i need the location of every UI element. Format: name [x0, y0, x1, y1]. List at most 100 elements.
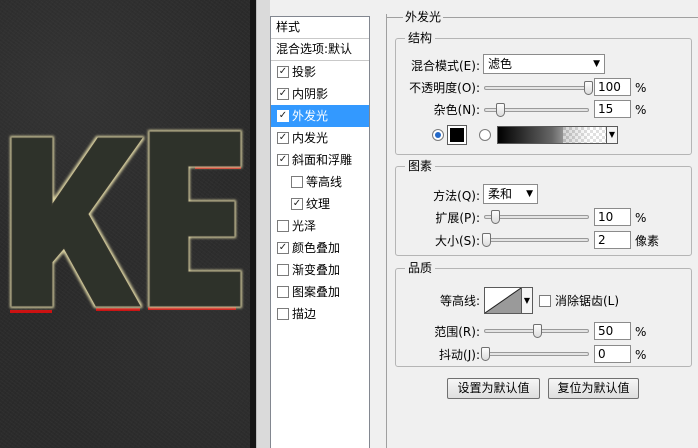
style-item[interactable]: ✓ 内发光	[271, 127, 369, 149]
noise-label: 杂色(N):	[433, 103, 480, 117]
glow-color-fill	[450, 128, 464, 142]
style-item[interactable]: ✓ 纹理	[271, 193, 369, 215]
style-item[interactable]: 图案叠加	[271, 281, 369, 303]
noise-input[interactable]: 15	[594, 100, 631, 118]
style-item-label: 内发光	[292, 131, 329, 145]
style-item-checkbox[interactable]	[291, 176, 303, 188]
size-slider-thumb[interactable]	[481, 233, 491, 247]
size-input[interactable]: 2	[594, 231, 631, 249]
jitter-label: 抖动(J):	[439, 348, 480, 362]
contour-dropdown-icon[interactable]: ▼	[522, 287, 533, 314]
style-item[interactable]: ✓ 内阴影	[271, 83, 369, 105]
style-item-label: 颜色叠加	[292, 241, 341, 255]
style-item-label: 等高线	[306, 175, 343, 189]
outer-glow-panel: 外发光 结构 混合模式(E): 滤色 ▼ 不透明度(O): 100 % 杂色(N…	[372, 0, 698, 448]
canvas-preview	[0, 0, 250, 448]
solid-color-radio[interactable]	[432, 129, 444, 141]
range-label: 范围(R):	[434, 325, 480, 339]
style-item-checkbox[interactable]	[277, 286, 289, 298]
style-items: ✓ 投影 ✓ 内阴影 ✓ 外发光 ✓ 内发光 ✓ 斜面和浮雕 等高线 ✓ 纹理 光泽 ✓ 颜色叠加 渐变叠加 图案…	[271, 61, 369, 325]
range-slider[interactable]	[484, 324, 589, 338]
chevron-down-icon: ▼	[593, 59, 600, 69]
style-item-checkbox[interactable]: ✓	[291, 198, 303, 210]
blend-mode-value: 滤色	[488, 57, 513, 71]
noise-slider-thumb[interactable]	[496, 103, 506, 117]
style-item-label: 图案叠加	[292, 285, 341, 299]
gradient-radio[interactable]	[479, 129, 491, 141]
style-item[interactable]: 渐变叠加	[271, 259, 369, 281]
range-slider-thumb[interactable]	[532, 324, 542, 338]
style-item-checkbox[interactable]: ✓	[277, 154, 289, 166]
letter-e	[149, 131, 241, 307]
range-input[interactable]: 50	[594, 322, 631, 340]
noise-slider[interactable]	[484, 103, 589, 117]
styles-header[interactable]: 样式	[271, 17, 369, 39]
style-item[interactable]: ✓ 颜色叠加	[271, 237, 369, 259]
jitter-unit: %	[635, 348, 647, 362]
ke-text-artwork	[10, 131, 241, 313]
range-unit: %	[635, 325, 647, 339]
letter-k	[11, 137, 143, 307]
contour-label: 等高线:	[439, 294, 480, 308]
reset-default-button[interactable]: 复位为默认值	[548, 378, 639, 399]
panel-left-rule	[386, 14, 387, 448]
linear-contour-icon	[484, 287, 522, 314]
make-default-button[interactable]: 设置为默认值	[447, 378, 540, 399]
style-item-label: 外发光	[292, 109, 329, 123]
size-label: 大小(S):	[434, 234, 480, 248]
antialias-label: 消除锯齿(L)	[555, 294, 620, 308]
antialias-checkbox[interactable]	[539, 295, 551, 307]
style-item-label: 渐变叠加	[292, 263, 341, 277]
style-item-checkbox[interactable]	[277, 264, 289, 276]
style-item-label: 斜面和浮雕	[292, 153, 353, 167]
technique-value: 柔和	[488, 187, 513, 201]
style-item[interactable]: 等高线	[271, 171, 369, 193]
style-item[interactable]: 光泽	[271, 215, 369, 237]
style-item-checkbox[interactable]	[277, 220, 289, 232]
style-item-checkbox[interactable]: ✓	[277, 88, 289, 100]
panel-title: 外发光	[403, 10, 444, 24]
dialog-left-margin	[256, 0, 270, 448]
jitter-slider-thumb[interactable]	[481, 347, 490, 361]
spread-input[interactable]: 10	[594, 208, 631, 226]
style-item-label: 纹理	[306, 197, 331, 211]
spread-slider-thumb[interactable]	[491, 210, 501, 224]
style-item[interactable]: ✓ 外发光	[271, 105, 369, 127]
opacity-label: 不透明度(O):	[409, 81, 480, 95]
style-item[interactable]: 描边	[271, 303, 369, 325]
contour-picker[interactable]	[484, 287, 522, 314]
style-item-checkbox[interactable]: ✓	[277, 110, 289, 122]
size-unit: 像素	[635, 234, 660, 248]
opacity-input[interactable]: 100	[594, 78, 631, 96]
style-item-checkbox[interactable]	[277, 308, 289, 320]
opacity-slider-thumb[interactable]	[584, 81, 593, 95]
elements-group-title: 图素	[405, 159, 436, 173]
glow-color-swatch[interactable]	[447, 125, 467, 145]
style-item-label: 投影	[292, 65, 317, 79]
opacity-unit: %	[635, 81, 647, 95]
style-list: 样式 混合选项:默认 ✓ 投影 ✓ 内阴影 ✓ 外发光 ✓ 内发光 ✓ 斜面和浮雕 等高线 ✓ 纹理 光泽…	[270, 16, 370, 448]
style-item[interactable]: ✓ 投影	[271, 61, 369, 83]
style-item-label: 描边	[292, 307, 317, 321]
structure-group-title: 结构	[405, 31, 436, 45]
style-item-checkbox[interactable]: ✓	[277, 242, 289, 254]
blend-mode-select[interactable]: 滤色 ▼	[483, 54, 605, 74]
quality-group-title: 品质	[405, 261, 436, 275]
size-slider[interactable]	[481, 233, 589, 247]
style-item-checkbox[interactable]: ✓	[277, 132, 289, 144]
jitter-input[interactable]: 0	[594, 345, 631, 363]
gradient-picker[interactable]	[497, 126, 607, 144]
spread-unit: %	[635, 211, 647, 225]
opacity-slider[interactable]	[484, 81, 593, 95]
style-item[interactable]: ✓ 斜面和浮雕	[271, 149, 369, 171]
blend-options-item[interactable]: 混合选项:默认	[271, 39, 369, 61]
spread-slider[interactable]	[484, 210, 589, 224]
gradient-dropdown-icon[interactable]: ▼	[606, 126, 618, 144]
spread-label: 扩展(P):	[435, 211, 480, 225]
style-item-checkbox[interactable]: ✓	[277, 66, 289, 78]
technique-label: 方法(Q):	[433, 189, 480, 203]
technique-select[interactable]: 柔和 ▼	[483, 184, 538, 204]
jitter-slider[interactable]	[481, 347, 589, 361]
chevron-down-icon: ▼	[526, 189, 533, 199]
blend-mode-label: 混合模式(E):	[411, 59, 480, 73]
